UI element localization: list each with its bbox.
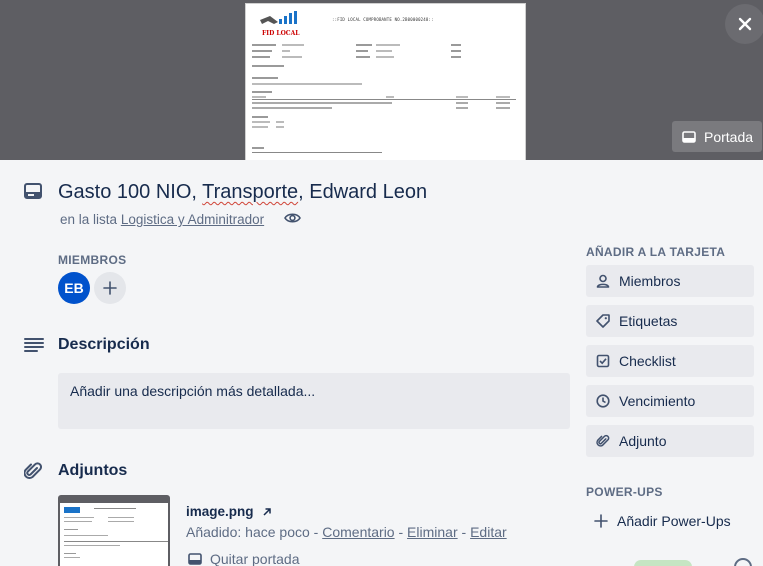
separator: - [457, 524, 471, 540]
list-prefix: en la lista [60, 212, 118, 227]
attachments-heading: Adjuntos [58, 462, 128, 479]
remove-cover-label: Quitar portada [210, 551, 300, 566]
members-button[interactable]: Miembros [586, 265, 754, 297]
close-button[interactable] [725, 4, 763, 44]
card-title-part: Transporte [202, 181, 299, 203]
tag-icon [596, 314, 610, 328]
document-heading: ::FID LOCAL COMPROBANTE NO.2B00000248:: [332, 17, 434, 22]
plus-icon [594, 514, 608, 528]
open-external-icon[interactable] [262, 507, 272, 517]
due-date-button-label: Vencimiento [619, 393, 696, 409]
list-info: en la lista Logistica y Adminitrador [60, 212, 264, 227]
close-icon [738, 17, 752, 31]
remove-cover-button[interactable]: Quitar portada [188, 551, 300, 566]
paperclip-icon [24, 462, 42, 479]
separator: - [394, 524, 408, 540]
list-link[interactable]: Logistica y Adminitrador [121, 212, 264, 227]
cover-document-image: FID LOCAL ::FID LOCAL COMPROBANTE NO.2B0… [246, 4, 525, 160]
labels-button-label: Etiquetas [619, 313, 678, 329]
cover-button-label: Portada [704, 128, 754, 145]
attachment-filename: image.png [186, 504, 254, 519]
edit-link[interactable]: Editar [470, 524, 507, 540]
members-label: MIEMBROS [58, 253, 127, 267]
add-powerups-label: Añadir Power-Ups [617, 513, 731, 529]
powerups-label: POWER-UPS [586, 485, 663, 499]
attachment-added: Añadido: hace poco [186, 524, 310, 540]
attachment-name[interactable]: image.png [186, 504, 272, 519]
members-button-label: Miembros [619, 273, 681, 289]
attachment-button[interactable]: Adjunto [586, 425, 754, 457]
checklist-button[interactable]: Checklist [586, 345, 754, 377]
thumbnail-document [60, 503, 168, 566]
description-input[interactable]: Añadir una descripción más detallada... [58, 373, 570, 429]
card-cover: FID LOCAL ::FID LOCAL COMPROBANTE NO.2B0… [0, 0, 763, 160]
card-icon [188, 553, 202, 565]
card-title-part: Gasto 100 NIO, [58, 181, 203, 203]
avatar[interactable]: EB [58, 272, 90, 304]
delete-link[interactable]: Eliminar [407, 524, 458, 540]
eye-icon[interactable] [284, 211, 301, 225]
due-date-button[interactable]: Vencimiento [586, 385, 754, 417]
add-powerups-button[interactable]: Añadir Power-Ups [586, 505, 754, 537]
add-member-button[interactable] [94, 272, 126, 304]
plus-icon [103, 281, 117, 295]
card-title[interactable]: Gasto 100 NIO, Transporte, Edward Leon [58, 181, 427, 204]
partial-green-badge [634, 560, 692, 566]
attachment-thumbnail[interactable] [58, 495, 170, 566]
svg-text:FID LOCAL: FID LOCAL [262, 30, 300, 37]
card-icon [682, 130, 696, 143]
labels-button[interactable]: Etiquetas [586, 305, 754, 337]
card-icon [24, 183, 42, 199]
checklist-icon [596, 354, 610, 368]
cover-button[interactable]: Portada [672, 121, 762, 152]
attachment-button-label: Adjunto [619, 433, 667, 449]
checklist-button-label: Checklist [619, 353, 676, 369]
partial-circle-icon[interactable] [734, 558, 752, 566]
person-icon [596, 274, 610, 288]
card-title-part: , Edward Leon [298, 181, 428, 203]
paperclip-icon [596, 434, 610, 447]
clock-icon [596, 394, 610, 408]
separator: - [309, 524, 323, 540]
attachment-meta: Añadido: hace poco - Comentario - Elimin… [186, 524, 507, 540]
comment-link[interactable]: Comentario [322, 524, 394, 540]
add-to-card-label: AÑADIR A LA TARJETA [586, 245, 726, 259]
description-icon [24, 338, 44, 352]
fid-local-logo: FID LOCAL [260, 11, 300, 37]
description-heading: Descripción [58, 336, 150, 353]
